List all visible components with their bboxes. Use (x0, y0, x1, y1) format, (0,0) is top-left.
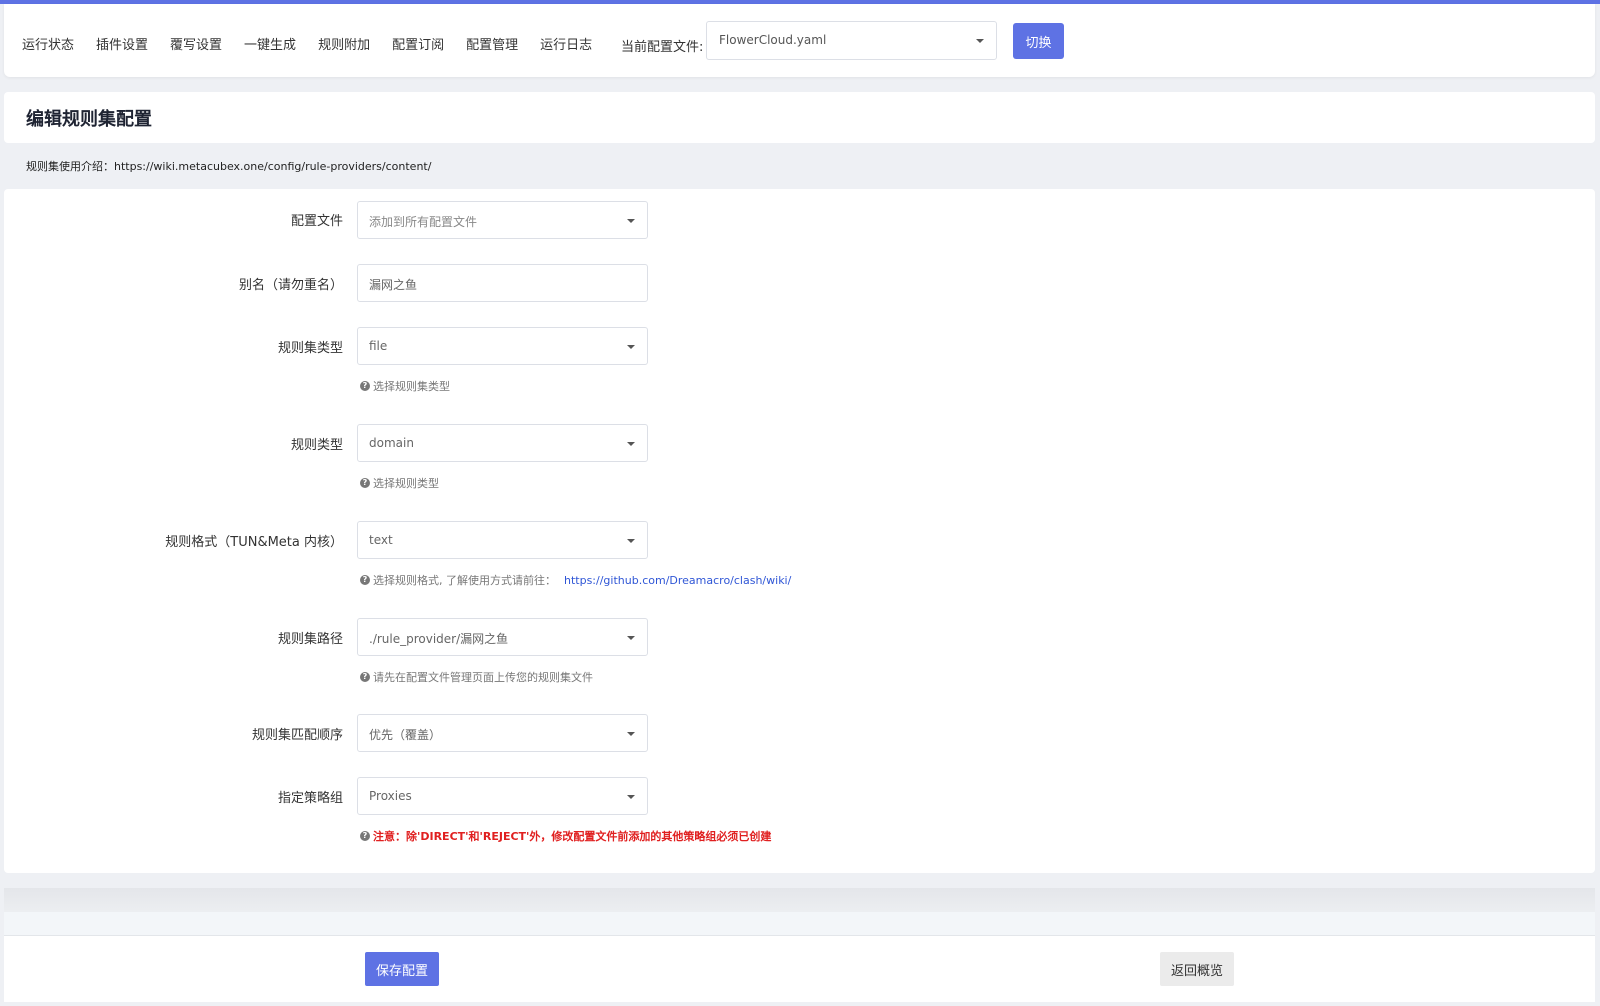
title-card: 编辑规则集配置 (4, 92, 1595, 143)
chevron-down-icon (627, 636, 635, 640)
clash-wiki-link[interactable]: https://github.com/Dreamacro/clash/wiki/ (564, 574, 791, 587)
nav-tab-rule-append[interactable]: 规则附加 (318, 34, 370, 53)
chevron-down-icon (627, 345, 635, 349)
chevron-down-icon (627, 442, 635, 446)
config-file-value: 添加到所有配置文件 (369, 215, 478, 229)
back-to-overview-button[interactable]: 返回概览 (1160, 952, 1234, 986)
nav-tab-config-management[interactable]: 配置管理 (466, 34, 518, 53)
current-config-select[interactable]: FlowerCloud.yaml (706, 21, 997, 60)
question-icon: ? (360, 672, 370, 682)
ruleset-path-help: ? 请先在配置文件管理页面上传您的规则集文件 (360, 669, 593, 685)
footer-spacer (4, 912, 1595, 936)
nav-tab-one-click-generate[interactable]: 一键生成 (244, 34, 296, 53)
rule-type-help-text: 选择规则类型 (373, 477, 439, 490)
ruleset-intro-text: 规则集使用介绍：https://wiki.metacubex.one/confi… (26, 160, 432, 173)
nav-tab-override-settings[interactable]: 覆写设置 (170, 34, 222, 53)
nav-tab-config-subscription[interactable]: 配置订阅 (392, 34, 444, 53)
nav-tab-run-log[interactable]: 运行日志 (540, 34, 592, 53)
policy-group-warning-text: 注意：除'DIRECT'和'REJECT'外，修改配置文件前添加的其他策略组必须… (373, 830, 772, 843)
policy-group-select[interactable]: Proxies (357, 777, 648, 815)
nav-tab-plugin-settings[interactable]: 插件设置 (96, 34, 148, 53)
alias-label: 别名（请勿重名） (238, 278, 343, 293)
chevron-down-icon (627, 795, 635, 799)
rule-type-select[interactable]: domain (357, 424, 648, 462)
chevron-down-icon (627, 732, 635, 736)
config-file-select[interactable]: 添加到所有配置文件 (357, 201, 648, 239)
rule-format-label: 规则格式（TUN&Meta 内核） (165, 535, 343, 550)
ruleset-type-value: file (369, 339, 388, 353)
question-icon: ? (360, 478, 370, 488)
rule-format-help-text: 选择规则格式, 了解使用方式请前往： (373, 574, 556, 587)
nav-tabs: 运行状态 插件设置 覆写设置 一键生成 规则附加 配置订阅 配置管理 运行日志 (22, 34, 614, 53)
chevron-down-icon (627, 539, 635, 543)
save-config-button[interactable]: 保存配置 (365, 952, 439, 986)
current-config-value: FlowerCloud.yaml (719, 33, 827, 47)
alias-value: 漏网之鱼 (369, 278, 418, 292)
switch-button[interactable]: 切换 (1013, 23, 1064, 59)
ruleset-path-help-text: 请先在配置文件管理页面上传您的规则集文件 (373, 671, 593, 684)
rule-format-value: text (369, 533, 393, 547)
question-icon: ? (360, 831, 370, 841)
ruleset-type-select[interactable]: file (357, 327, 648, 365)
ruleset-path-label: 规则集路径 (277, 632, 343, 647)
chevron-down-icon (976, 39, 984, 43)
ruleset-type-help-text: 选择规则集类型 (373, 380, 450, 393)
ruleset-path-value: ./rule_provider/漏网之鱼 (369, 632, 509, 646)
policy-group-warning: ? 注意：除'DIRECT'和'REJECT'外，修改配置文件前添加的其他策略组… (360, 828, 771, 844)
match-order-value: 优先（覆盖） (369, 728, 442, 742)
match-order-label: 规则集匹配顺序 (251, 728, 343, 743)
config-file-label: 配置文件 (290, 214, 343, 229)
ruleset-type-label: 规则集类型 (277, 341, 343, 356)
footer-divider (4, 888, 1595, 912)
nav-tab-status[interactable]: 运行状态 (22, 34, 74, 53)
question-icon: ? (360, 381, 370, 391)
rule-type-value: domain (369, 436, 414, 450)
ruleset-type-help: ? 选择规则集类型 (360, 378, 450, 394)
match-order-select[interactable]: 优先（覆盖） (357, 714, 648, 752)
rule-type-label: 规则类型 (290, 438, 343, 453)
rule-type-help: ? 选择规则类型 (360, 475, 439, 491)
question-icon: ? (360, 575, 370, 585)
page-title: 编辑规则集配置 (26, 109, 152, 130)
policy-group-label: 指定策略组 (277, 791, 343, 806)
rule-format-select[interactable]: text (357, 521, 648, 559)
current-config-label: 当前配置文件: (621, 40, 704, 55)
alias-input[interactable]: 漏网之鱼 (357, 264, 648, 302)
policy-group-value: Proxies (369, 789, 412, 803)
footer-actions (4, 936, 1595, 1002)
chevron-down-icon (627, 219, 635, 223)
ruleset-path-select[interactable]: ./rule_provider/漏网之鱼 (357, 618, 648, 656)
rule-format-help: ? 选择规则格式, 了解使用方式请前往： https://github.com/… (360, 572, 791, 588)
